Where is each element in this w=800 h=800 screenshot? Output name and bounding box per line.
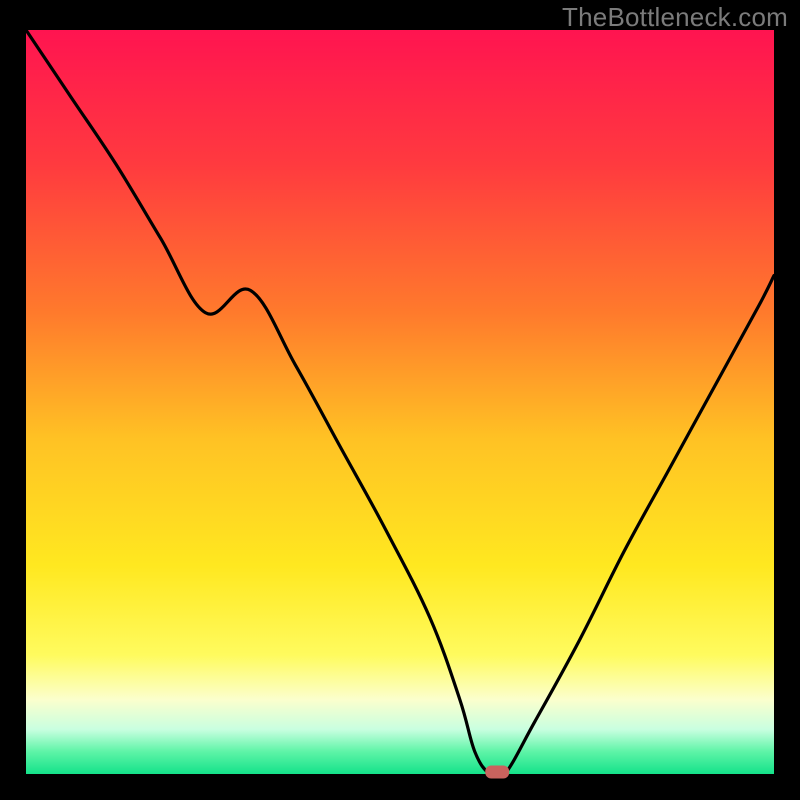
watermark-text: TheBottleneck.com: [562, 2, 788, 33]
chart-frame: TheBottleneck.com: [0, 0, 800, 800]
plot-background: [26, 30, 774, 774]
optimum-marker: [485, 766, 509, 779]
bottleneck-chart: [0, 0, 800, 800]
